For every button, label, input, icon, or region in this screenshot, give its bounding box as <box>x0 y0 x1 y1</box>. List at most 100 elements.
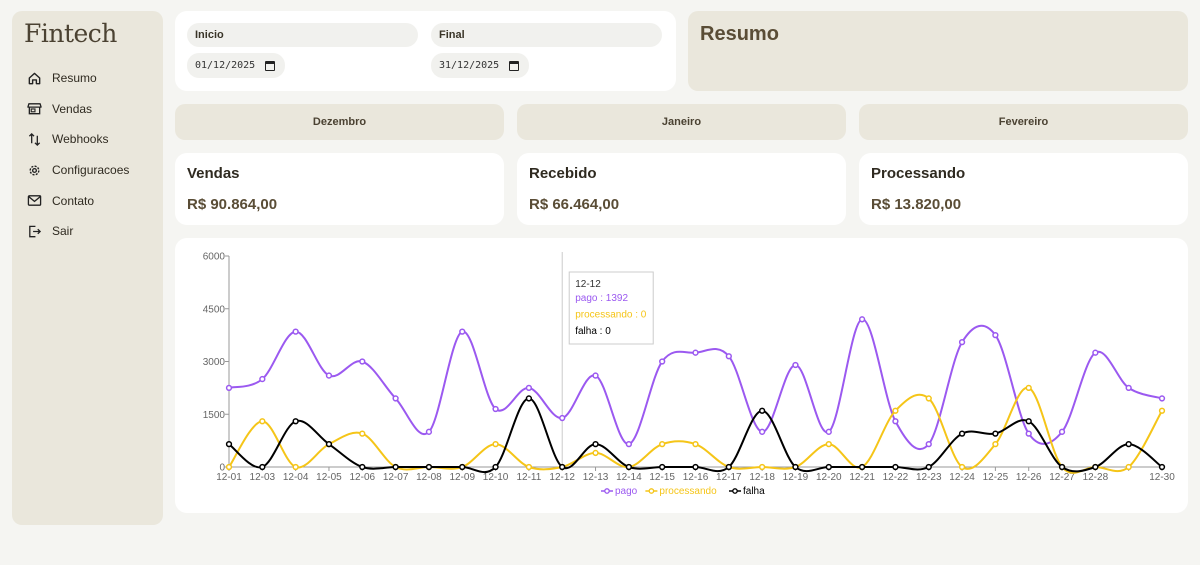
data-point-processando[interactable] <box>992 440 999 448</box>
data-point-falha[interactable] <box>992 430 999 437</box>
sidebar-item-sair[interactable]: Sair <box>26 216 156 247</box>
data-point-falha[interactable] <box>958 430 966 437</box>
data-point-falha[interactable] <box>1158 463 1166 471</box>
data-point-processando[interactable] <box>1125 463 1132 471</box>
data-point-falha[interactable] <box>292 418 299 425</box>
x-tick-label: 12-22 <box>883 472 909 483</box>
data-point-pago[interactable] <box>325 372 333 379</box>
data-point-falha[interactable] <box>259 463 266 471</box>
data-point-pago[interactable] <box>792 361 799 369</box>
data-point-falha[interactable] <box>825 463 832 471</box>
sidebar-item-configuracoes[interactable]: Configuracoes <box>26 155 156 186</box>
data-point-processando[interactable] <box>259 418 266 425</box>
sidebar-item-vendas[interactable]: Vendas <box>26 94 156 125</box>
mail-icon <box>26 193 42 209</box>
data-point-falha[interactable] <box>325 440 333 448</box>
data-point-falha[interactable] <box>625 463 633 471</box>
data-point-falha[interactable] <box>792 463 799 471</box>
calendar-icon[interactable] <box>509 60 520 71</box>
data-point-pago[interactable] <box>925 440 932 448</box>
data-point-pago[interactable] <box>525 384 533 392</box>
data-point-falha[interactable] <box>359 463 366 471</box>
data-point-processando[interactable] <box>292 463 299 471</box>
line-chart[interactable]: 0150030004500600012-01 12-03 12-04 12-05 12-… <box>175 238 1188 513</box>
data-point-pago[interactable] <box>758 428 766 435</box>
month-button-janeiro[interactable]: Janeiro <box>517 104 846 140</box>
data-point-pago[interactable] <box>559 414 566 422</box>
end-date-input[interactable]: 31/12/2025 <box>431 53 530 78</box>
logout-icon <box>26 223 42 239</box>
data-point-pago[interactable] <box>425 428 433 435</box>
data-point-falha[interactable] <box>225 440 233 448</box>
data-point-processando[interactable] <box>592 449 599 457</box>
data-point-pago[interactable] <box>858 316 866 323</box>
data-point-pago[interactable] <box>359 358 366 365</box>
data-point-pago[interactable] <box>659 358 666 365</box>
series-line-pago <box>228 318 1163 451</box>
data-point-pago[interactable] <box>825 428 832 435</box>
data-point-pago[interactable] <box>625 440 633 448</box>
data-point-pago[interactable] <box>459 328 466 335</box>
legend-marker-processando <box>648 488 655 494</box>
data-point-processando[interactable] <box>525 463 533 471</box>
data-point-pago[interactable] <box>1058 428 1066 435</box>
data-point-processando[interactable] <box>692 440 699 448</box>
data-point-pago[interactable] <box>725 353 732 360</box>
data-point-falha[interactable] <box>1125 440 1132 448</box>
data-point-falha[interactable] <box>525 395 533 402</box>
data-point-falha[interactable] <box>725 463 732 471</box>
data-point-pago[interactable] <box>259 375 266 383</box>
x-tick-label: 12-26 <box>1016 472 1042 483</box>
sidebar-item-webhooks[interactable]: Webhooks <box>26 124 156 155</box>
data-point-pago[interactable] <box>1125 384 1132 392</box>
data-point-processando[interactable] <box>492 440 499 448</box>
data-point-processando[interactable] <box>659 440 666 448</box>
data-point-falha[interactable] <box>592 440 599 448</box>
data-point-falha[interactable] <box>659 463 666 471</box>
x-tick-label: 12-03 <box>250 472 276 483</box>
data-point-falha[interactable] <box>892 463 899 471</box>
sidebar-item-contato[interactable]: Contato <box>26 185 156 216</box>
data-point-processando[interactable] <box>925 395 932 402</box>
data-point-falha[interactable] <box>492 463 499 471</box>
data-point-pago[interactable] <box>958 339 966 346</box>
data-point-falha[interactable] <box>1092 463 1099 471</box>
data-point-falha[interactable] <box>858 463 866 471</box>
data-point-falha[interactable] <box>758 407 766 414</box>
data-point-processando[interactable] <box>758 463 766 471</box>
data-point-pago[interactable] <box>992 331 999 339</box>
gear-icon <box>26 162 42 178</box>
data-point-pago[interactable] <box>592 372 599 379</box>
data-point-pago[interactable] <box>692 349 699 356</box>
data-point-processando[interactable] <box>958 463 966 471</box>
data-point-pago[interactable] <box>1158 395 1166 402</box>
data-point-falha[interactable] <box>392 463 399 471</box>
month-button-fevereiro[interactable]: Fevereiro <box>859 104 1188 140</box>
data-point-pago[interactable] <box>292 328 299 335</box>
sidebar-item-resumo[interactable]: Resumo <box>26 63 156 94</box>
data-point-processando[interactable] <box>225 463 233 471</box>
data-point-pago[interactable] <box>392 395 399 402</box>
calendar-icon[interactable] <box>265 60 276 71</box>
data-point-falha[interactable] <box>925 463 932 471</box>
data-point-pago[interactable] <box>1092 349 1099 356</box>
data-point-pago[interactable] <box>225 384 233 392</box>
data-point-falha[interactable] <box>1058 463 1066 471</box>
data-point-pago[interactable] <box>492 405 499 413</box>
sidebar-item-label: Contato <box>52 193 95 208</box>
month-button-dezembro[interactable]: Dezembro <box>175 104 504 140</box>
data-point-processando[interactable] <box>892 407 899 414</box>
data-point-processando[interactable] <box>359 430 366 437</box>
data-point-pago[interactable] <box>892 418 899 425</box>
data-point-pago[interactable] <box>1025 430 1032 437</box>
data-point-falha[interactable] <box>425 463 433 471</box>
data-point-falha[interactable] <box>559 463 566 471</box>
data-point-falha[interactable] <box>692 463 699 471</box>
data-point-falha[interactable] <box>1025 418 1032 425</box>
x-tick-label: 12-13 <box>583 472 609 483</box>
data-point-falha[interactable] <box>459 463 466 471</box>
start-date-input[interactable]: 01/12/2025 <box>187 53 286 78</box>
data-point-processando[interactable] <box>825 440 832 448</box>
data-point-processando[interactable] <box>1158 407 1166 414</box>
data-point-processando[interactable] <box>1025 384 1032 392</box>
